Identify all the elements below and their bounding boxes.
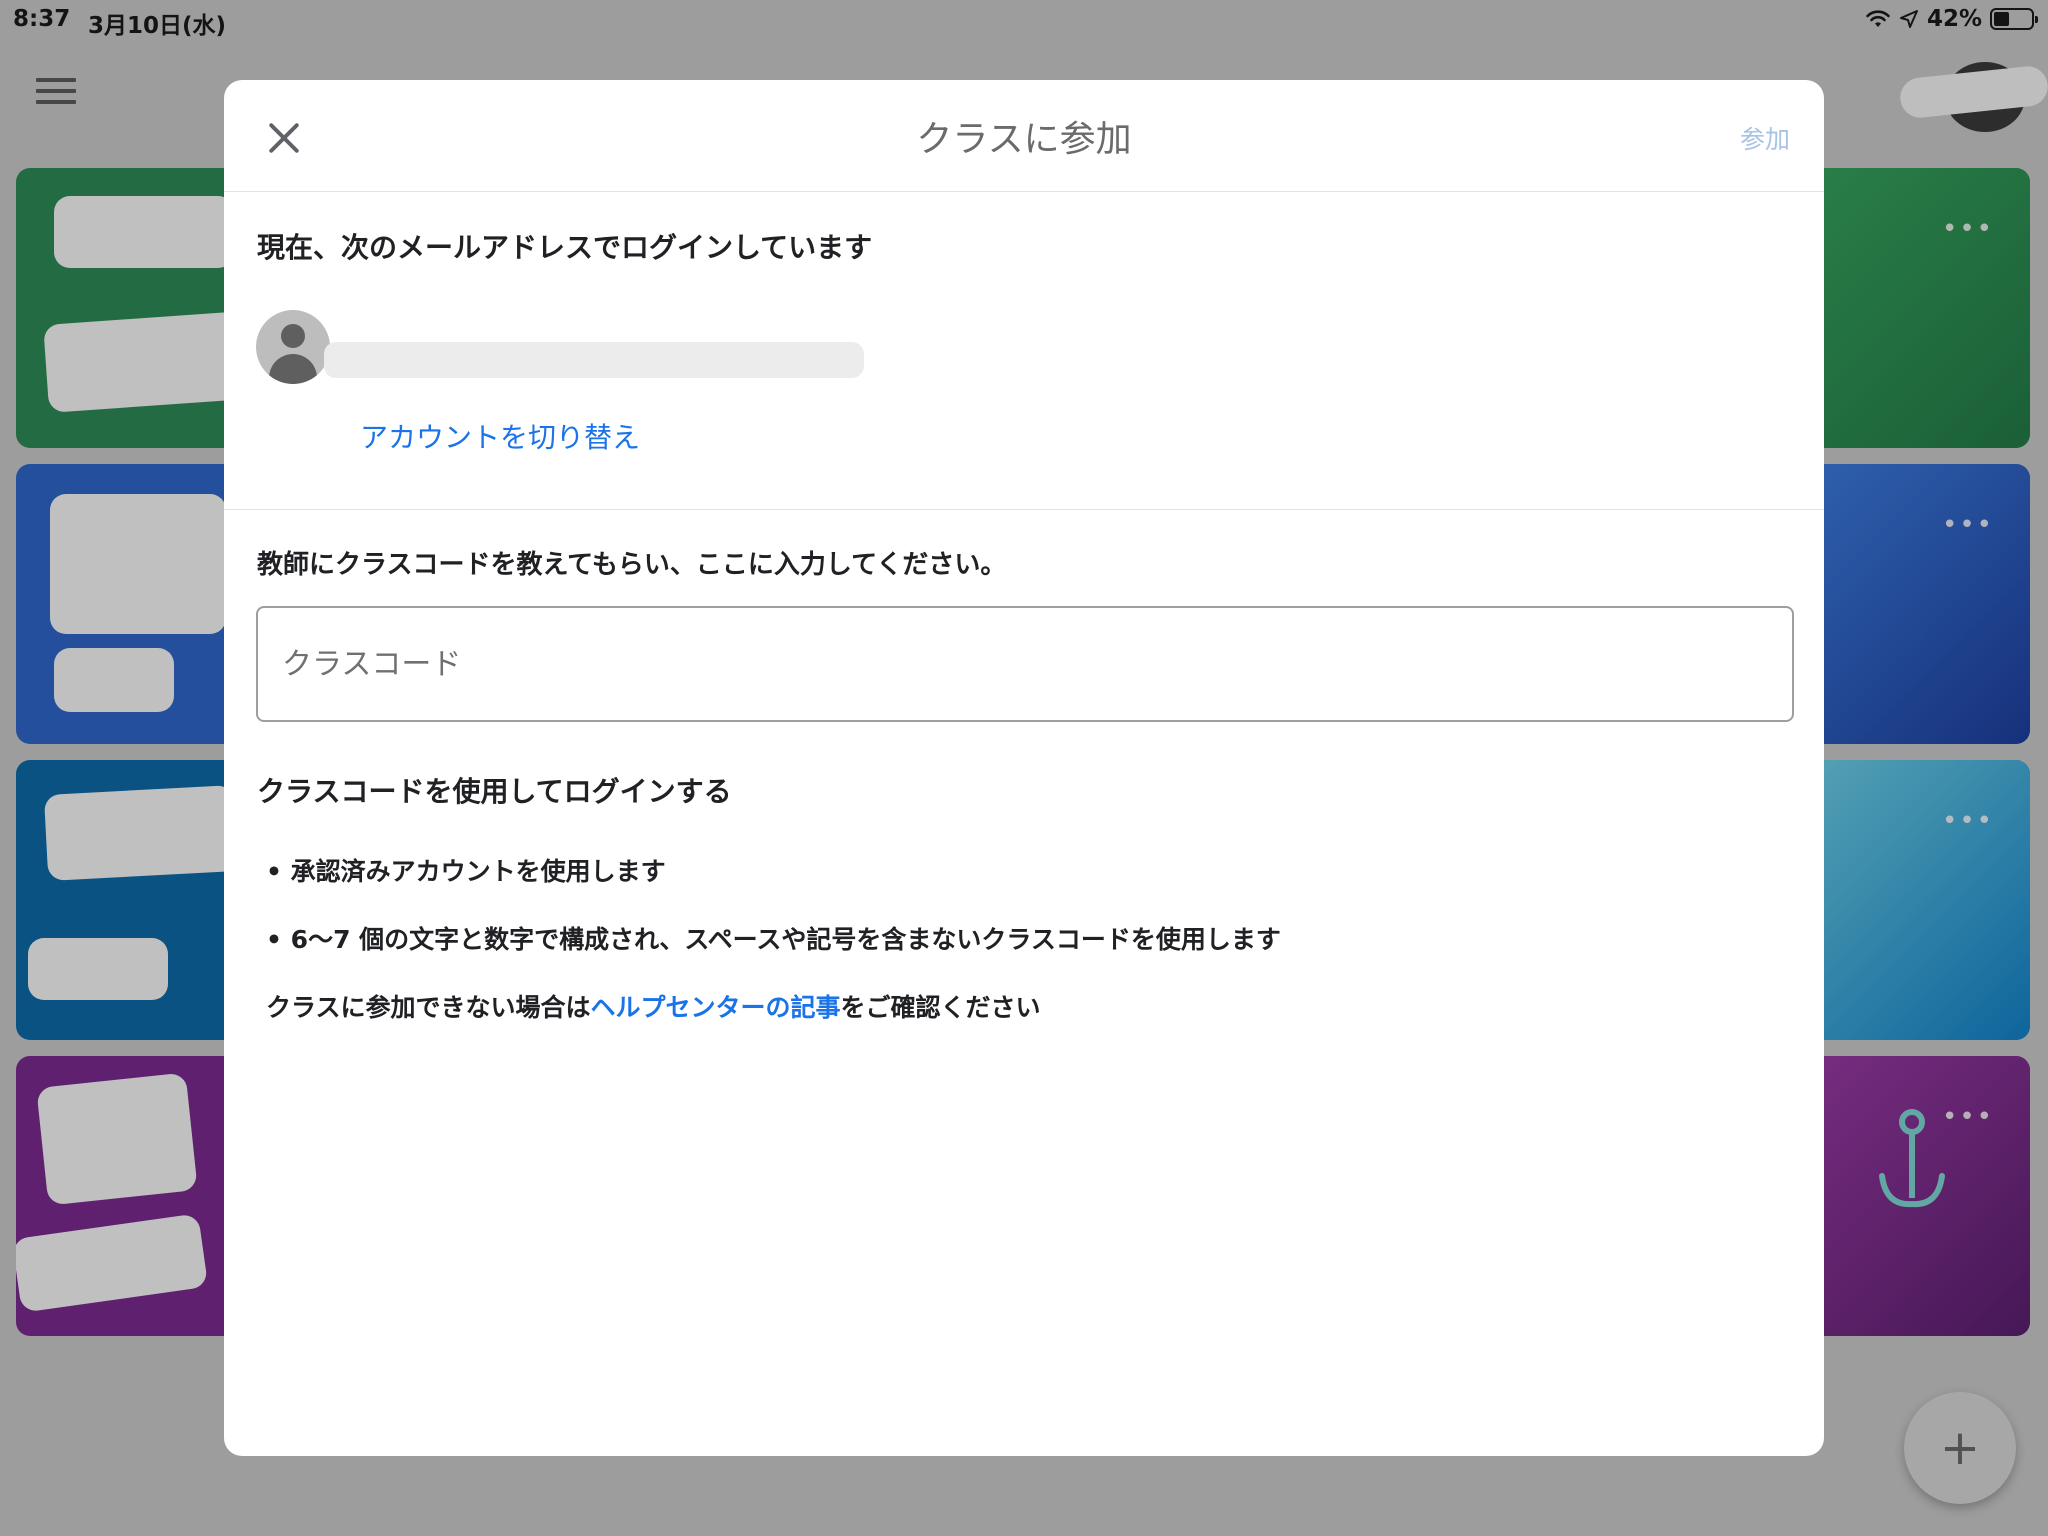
join-class-dialog: クラスに参加 参加 現在、次のメールアドレスでログインしています アカウントを切… [224,80,1824,1456]
account-section: 現在、次のメールアドレスでログインしています アカウントを切り替え [224,192,1824,510]
dialog-title: クラスに参加 [916,119,1132,160]
class-code-input[interactable] [256,606,1794,722]
login-help-heading: クラスコードを使用してログインする [257,775,732,808]
dialog-header: クラスに参加 参加 [224,80,1824,192]
email-redacted [324,342,864,378]
help-center-link[interactable]: ヘルプセンターの記事 [591,993,841,1022]
help-suffix: をご確認ください [840,993,1041,1022]
requirement-item: • 承認済みアカウントを使用します [266,857,666,886]
code-instruction: 教師にクラスコードを教えてもらい、ここに入力してください。 [257,550,1007,580]
switch-account-link[interactable]: アカウントを切り替え [360,416,640,456]
join-button[interactable]: 参加 [1740,120,1790,156]
help-prefix: クラスに参加できない場合は [266,993,591,1022]
help-text: クラスに参加できない場合はヘルプセンターの記事をご確認ください [266,988,1041,1024]
account-heading: 現在、次のメールアドレスでログインしています [257,231,873,264]
account-avatar-icon [256,310,330,384]
requirement-item: • 6〜7 個の文字と数字で構成され、スペースや記号を含まないクラスコードを使用… [266,925,1281,954]
